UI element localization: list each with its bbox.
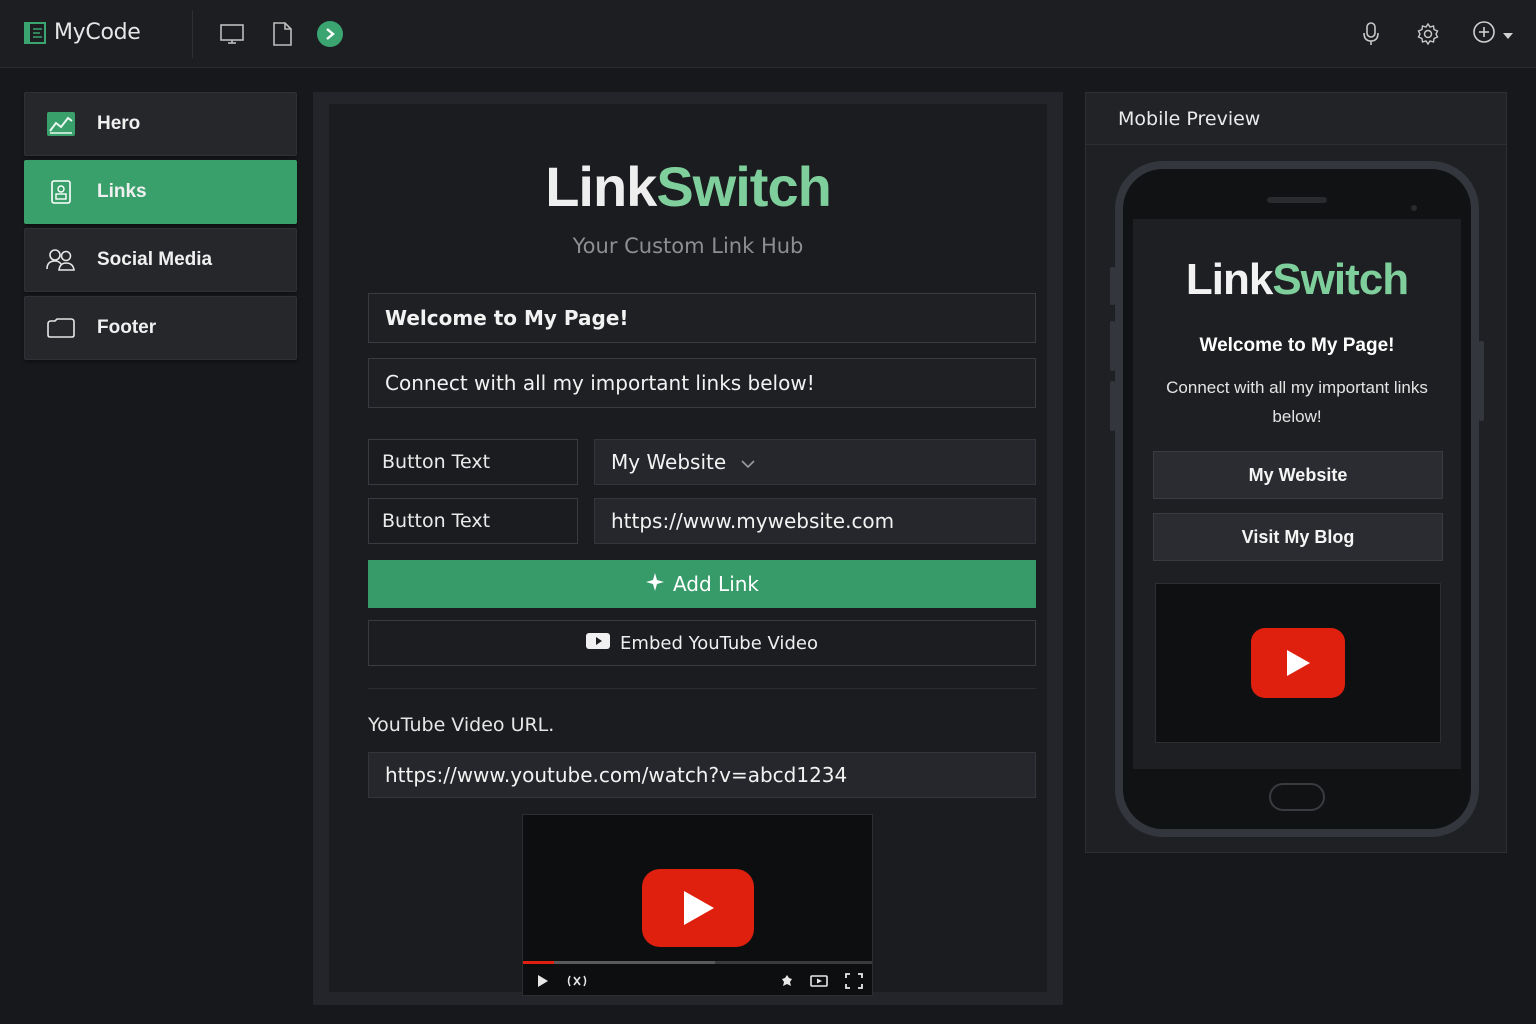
- chart-icon: [45, 110, 77, 138]
- sidebar-item-hero[interactable]: Hero: [24, 92, 297, 156]
- add-link-button[interactable]: Add Link: [368, 560, 1036, 608]
- top-bar: MyCode: [0, 0, 1536, 68]
- preview-title: Welcome to My Page!: [1199, 335, 1395, 356]
- section-sidebar: Hero Links Social Media Footer: [24, 92, 297, 364]
- subtitle-input[interactable]: Connect with all my important links belo…: [368, 358, 1036, 408]
- phone-camera: [1411, 205, 1417, 211]
- settings-icon[interactable]: [781, 972, 793, 990]
- brand-part-2: Switch: [1272, 255, 1409, 304]
- play-icon[interactable]: [537, 972, 549, 990]
- gear-icon[interactable]: [1414, 20, 1442, 48]
- sidebar-item-label: Social Media: [97, 249, 213, 270]
- app-logo[interactable]: MyCode: [24, 20, 141, 45]
- footer-icon: [45, 314, 77, 342]
- editor-content: LinkSwitch Your Custom Link Hub Welcome …: [329, 104, 1047, 996]
- youtube-play-button[interactable]: [1251, 628, 1345, 698]
- link-type-select[interactable]: My Website: [594, 439, 1036, 485]
- add-circle-icon: [1472, 20, 1496, 48]
- preview-subtitle: Connect with all my important links belo…: [1166, 378, 1428, 426]
- mobile-preview-panel: Mobile Preview LinkSwitch Welcome to My …: [1085, 92, 1507, 853]
- monitor-icon[interactable]: [218, 20, 246, 48]
- sidebar-item-label: Hero: [97, 113, 141, 134]
- youtube-play-button[interactable]: [642, 869, 754, 947]
- button-text-label: Button Text: [368, 439, 578, 485]
- fullscreen-icon[interactable]: [845, 972, 863, 990]
- link-type-value: My Website: [611, 450, 727, 474]
- video-progress-track[interactable]: [523, 961, 872, 964]
- link-url-input[interactable]: https://www.mywebsite.com: [594, 498, 1036, 544]
- preview-link-button[interactable]: Visit My Blog: [1153, 513, 1443, 561]
- preview-brand-logo: LinkSwitch: [1133, 255, 1461, 305]
- embed-youtube-button[interactable]: Embed YouTube Video: [368, 620, 1036, 666]
- tagline: Your Custom Link Hub: [572, 234, 804, 258]
- preview-link-button[interactable]: My Website: [1153, 451, 1443, 499]
- brand-part-1: Link: [545, 155, 657, 218]
- sidebar-item-label: Links: [97, 181, 147, 202]
- brand-logo-text: LinkSwitch: [329, 154, 1047, 219]
- mobile-preview-title: Mobile Preview: [1086, 93, 1506, 145]
- people-icon: [45, 246, 77, 274]
- contact-card-icon: [45, 178, 77, 206]
- phone-screen: LinkSwitch Welcome to My Page! Connect w…: [1133, 219, 1461, 769]
- phone-home-button: [1269, 783, 1325, 811]
- video-progress-bar: [523, 961, 555, 964]
- preview-video[interactable]: [1155, 583, 1441, 743]
- file-icon[interactable]: [268, 20, 296, 48]
- title-input[interactable]: Welcome to My Page!: [368, 293, 1036, 343]
- phone-power-button: [1479, 341, 1484, 421]
- youtube-url-label: YouTube Video URL.: [368, 714, 555, 736]
- plus-icon: [645, 572, 665, 597]
- run-button[interactable]: [316, 20, 344, 48]
- toolbar-divider: [192, 10, 193, 58]
- add-menu-button[interactable]: [1472, 20, 1522, 48]
- sidebar-item-label: Footer: [97, 317, 157, 338]
- section-divider: [368, 688, 1036, 689]
- youtube-icon: [586, 632, 611, 655]
- youtube-url-input[interactable]: https://www.youtube.com/watch?v=abcd1234: [368, 752, 1036, 798]
- chevron-down-icon: [740, 450, 756, 474]
- app-name: MyCode: [54, 20, 141, 45]
- embed-youtube-label: Embed YouTube Video: [620, 632, 818, 654]
- sidebar-item-footer[interactable]: Footer: [24, 296, 297, 360]
- phone-speaker: [1267, 197, 1327, 203]
- volume-icon[interactable]: [567, 972, 587, 990]
- caret-down-icon: [1502, 25, 1514, 44]
- sidebar-item-social-media[interactable]: Social Media: [24, 228, 297, 292]
- sidebar-item-links[interactable]: Links: [24, 160, 297, 224]
- code-editor-icon: [24, 21, 46, 45]
- video-player[interactable]: [522, 814, 873, 996]
- microphone-icon[interactable]: [1357, 20, 1385, 48]
- brand-part-1: Link: [1185, 255, 1273, 304]
- video-controls: [523, 967, 872, 995]
- phone-frame: LinkSwitch Welcome to My Page! Connect w…: [1115, 161, 1479, 837]
- brand-part-2: Switch: [656, 155, 831, 218]
- button-text-label: Button Text: [368, 498, 578, 544]
- add-link-label: Add Link: [672, 572, 760, 596]
- miniplayer-icon[interactable]: [810, 972, 828, 990]
- run-icon: [317, 21, 343, 47]
- editor-panel: LinkSwitch Your Custom Link Hub Welcome …: [313, 92, 1063, 1005]
